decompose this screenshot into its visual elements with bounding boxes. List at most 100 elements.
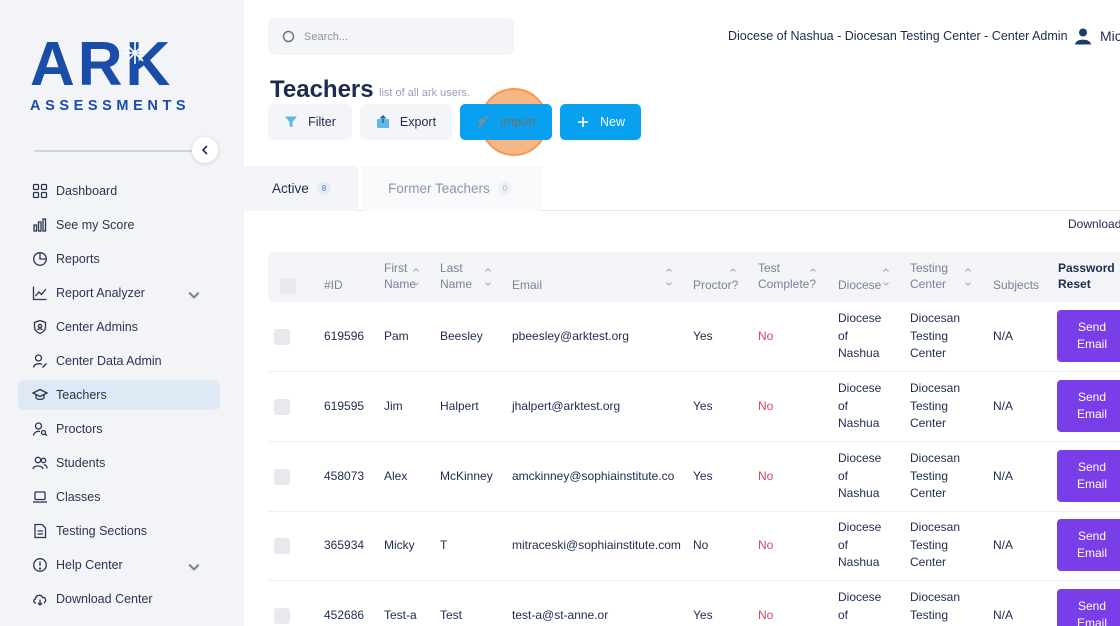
sidebar-item-teachers[interactable]: Teachers [18, 380, 220, 410]
sort-asc-icon[interactable] [809, 266, 817, 274]
sidebar-item-label: Proctors [56, 422, 103, 436]
column-header-password-reset: Password Reset [1058, 260, 1115, 292]
send-email-button[interactable]: Send Email [1057, 380, 1120, 432]
sort-asc-icon[interactable] [964, 266, 972, 274]
export-label: Export [399, 115, 437, 129]
table-row[interactable]: 365934 Micky T mitraceski@sophiainstitut… [268, 511, 1120, 581]
cell-line: Diocese [838, 311, 882, 325]
table-row[interactable]: 619596 Pam Beesley pbeesley@arktest.org … [268, 302, 1120, 372]
user-avatar-icon[interactable] [1074, 27, 1092, 45]
sort-desc-icon[interactable] [665, 280, 673, 288]
sort-asc-icon[interactable] [729, 266, 737, 274]
sidebar-item-center-data-admin[interactable]: Center Data Admin [18, 346, 220, 376]
column-header-id[interactable]: #ID [324, 277, 343, 293]
button-line: Send [1077, 599, 1106, 613]
cell-email: jhalpert@arktest.org [512, 399, 621, 413]
sidebar-item-testing-sections[interactable]: Testing Sections [18, 516, 220, 546]
document-icon [34, 523, 47, 539]
send-email-button[interactable]: Send Email [1057, 310, 1120, 362]
search-input[interactable] [304, 30, 484, 43]
sidebar-item-download-center[interactable]: Download Center [18, 584, 220, 614]
tab-count-badge: 8 [316, 182, 332, 195]
export-icon [376, 115, 389, 128]
sort-asc-icon[interactable] [665, 266, 673, 274]
send-email-button[interactable]: Send Email [1057, 519, 1120, 571]
sort-asc-icon[interactable] [412, 266, 420, 274]
cell-line: Testing [910, 328, 949, 343]
ark-logo[interactable]: ARK ASSESSMENTS [28, 34, 218, 116]
cell-line: Testing [910, 468, 949, 483]
page-title: Teachers [270, 76, 374, 103]
sidebar-item-students[interactable]: Students [18, 448, 220, 478]
sort-asc-icon[interactable] [484, 266, 492, 274]
cell-last-name: T [440, 538, 448, 552]
table-row[interactable]: 619595 Jim Halpert jhalpert@arktest.org … [268, 372, 1120, 442]
cell-first-name: Micky [384, 538, 415, 552]
sidebar-item-reports[interactable]: Reports [18, 244, 220, 274]
filter-button[interactable]: Filter [268, 104, 352, 140]
table-row[interactable]: 452686 Test-a Test test-a@st-anne.or Yes… [268, 581, 1120, 626]
cell-testing-center: Diocesan Testing Center [910, 450, 960, 503]
cell-line: Nashua [838, 346, 880, 360]
sidebar-item-label: Dashboard [56, 184, 118, 198]
sidebar-item-report-analyzer[interactable]: Report Analyzer [18, 278, 220, 308]
sidebar-item-see-my-score[interactable]: See my Score [18, 210, 220, 240]
cell-line: Nashua [838, 555, 880, 569]
column-header-testing-center[interactable]: Testing Center [910, 260, 948, 292]
cell-diocese: Diocese of Nashua [838, 380, 881, 433]
column-header-subjects[interactable]: Subjects [993, 277, 1039, 293]
sort-desc-icon[interactable] [882, 280, 890, 288]
cell-proctor: Yes [693, 329, 713, 343]
chevron-down-icon [188, 563, 200, 571]
table-header: #ID First Name Last Name Email Proctor? … [268, 252, 1120, 302]
collapse-sidebar-button[interactable] [192, 137, 218, 163]
tab-active[interactable]: Active 8 [244, 166, 358, 211]
sidebar-item-center-admins[interactable]: Center Admins [18, 312, 220, 342]
cell-first-name: Pam [384, 329, 409, 343]
row-checkbox[interactable] [274, 538, 290, 554]
row-checkbox[interactable] [274, 608, 290, 624]
cell-subjects: N/A [993, 469, 1014, 483]
shield-icon [33, 319, 47, 335]
sidebar-item-label: Center Data Admin [56, 354, 162, 368]
column-header-diocese[interactable]: Diocese [838, 277, 881, 293]
column-header-proctor[interactable]: Proctor? [693, 277, 738, 293]
cell-line: Diocesan [910, 451, 961, 465]
button-line: Send [1077, 320, 1106, 334]
sort-desc-icon[interactable] [484, 280, 492, 288]
column-header-email[interactable]: Email [512, 277, 542, 293]
search-box[interactable] [268, 18, 514, 55]
import-button[interactable]: Import [460, 104, 552, 140]
row-checkbox[interactable] [274, 399, 290, 415]
sidebar-item-dashboard[interactable]: Dashboard [18, 176, 220, 206]
row-checkbox[interactable] [274, 329, 290, 345]
table-row[interactable]: 458073 Alex McKinney amckinney@sophiains… [268, 442, 1120, 512]
sort-desc-icon[interactable] [964, 280, 972, 288]
cell-proctor: Yes [693, 608, 713, 622]
sidebar-item-label: Download Center [56, 592, 153, 606]
send-email-button[interactable]: Send Email [1057, 589, 1120, 626]
cell-id: 619595 [324, 399, 365, 413]
download-link[interactable]: Download [1068, 217, 1120, 231]
send-email-button[interactable]: Send Email [1057, 450, 1120, 502]
column-header-test-complete[interactable]: Test Complete? [758, 260, 816, 292]
new-button[interactable]: New [560, 104, 641, 140]
header-line: Center [910, 277, 947, 291]
sidebar-item-label: See my Score [56, 218, 135, 232]
cell-diocese: Diocese of [838, 589, 881, 624]
user-name[interactable]: Mic [1100, 28, 1120, 44]
select-all-checkbox[interactable] [280, 278, 296, 294]
row-checkbox[interactable] [274, 469, 290, 485]
column-header-last-name[interactable]: Last Name [440, 260, 472, 292]
tab-former-teachers[interactable]: Former Teachers 0 [362, 166, 542, 211]
button-line: Email [1076, 546, 1107, 560]
sidebar-item-classes[interactable]: Classes [18, 482, 220, 512]
export-button[interactable]: Export [360, 104, 452, 140]
chevron-left-icon [201, 145, 208, 155]
sort-asc-icon[interactable] [882, 266, 890, 274]
chevron-down-icon [188, 291, 200, 299]
cell-test-complete: No [758, 538, 774, 552]
sidebar-item-proctors[interactable]: Proctors [18, 414, 220, 444]
sidebar-item-help-center[interactable]: Help Center [18, 550, 220, 580]
sort-desc-icon[interactable] [412, 280, 420, 288]
